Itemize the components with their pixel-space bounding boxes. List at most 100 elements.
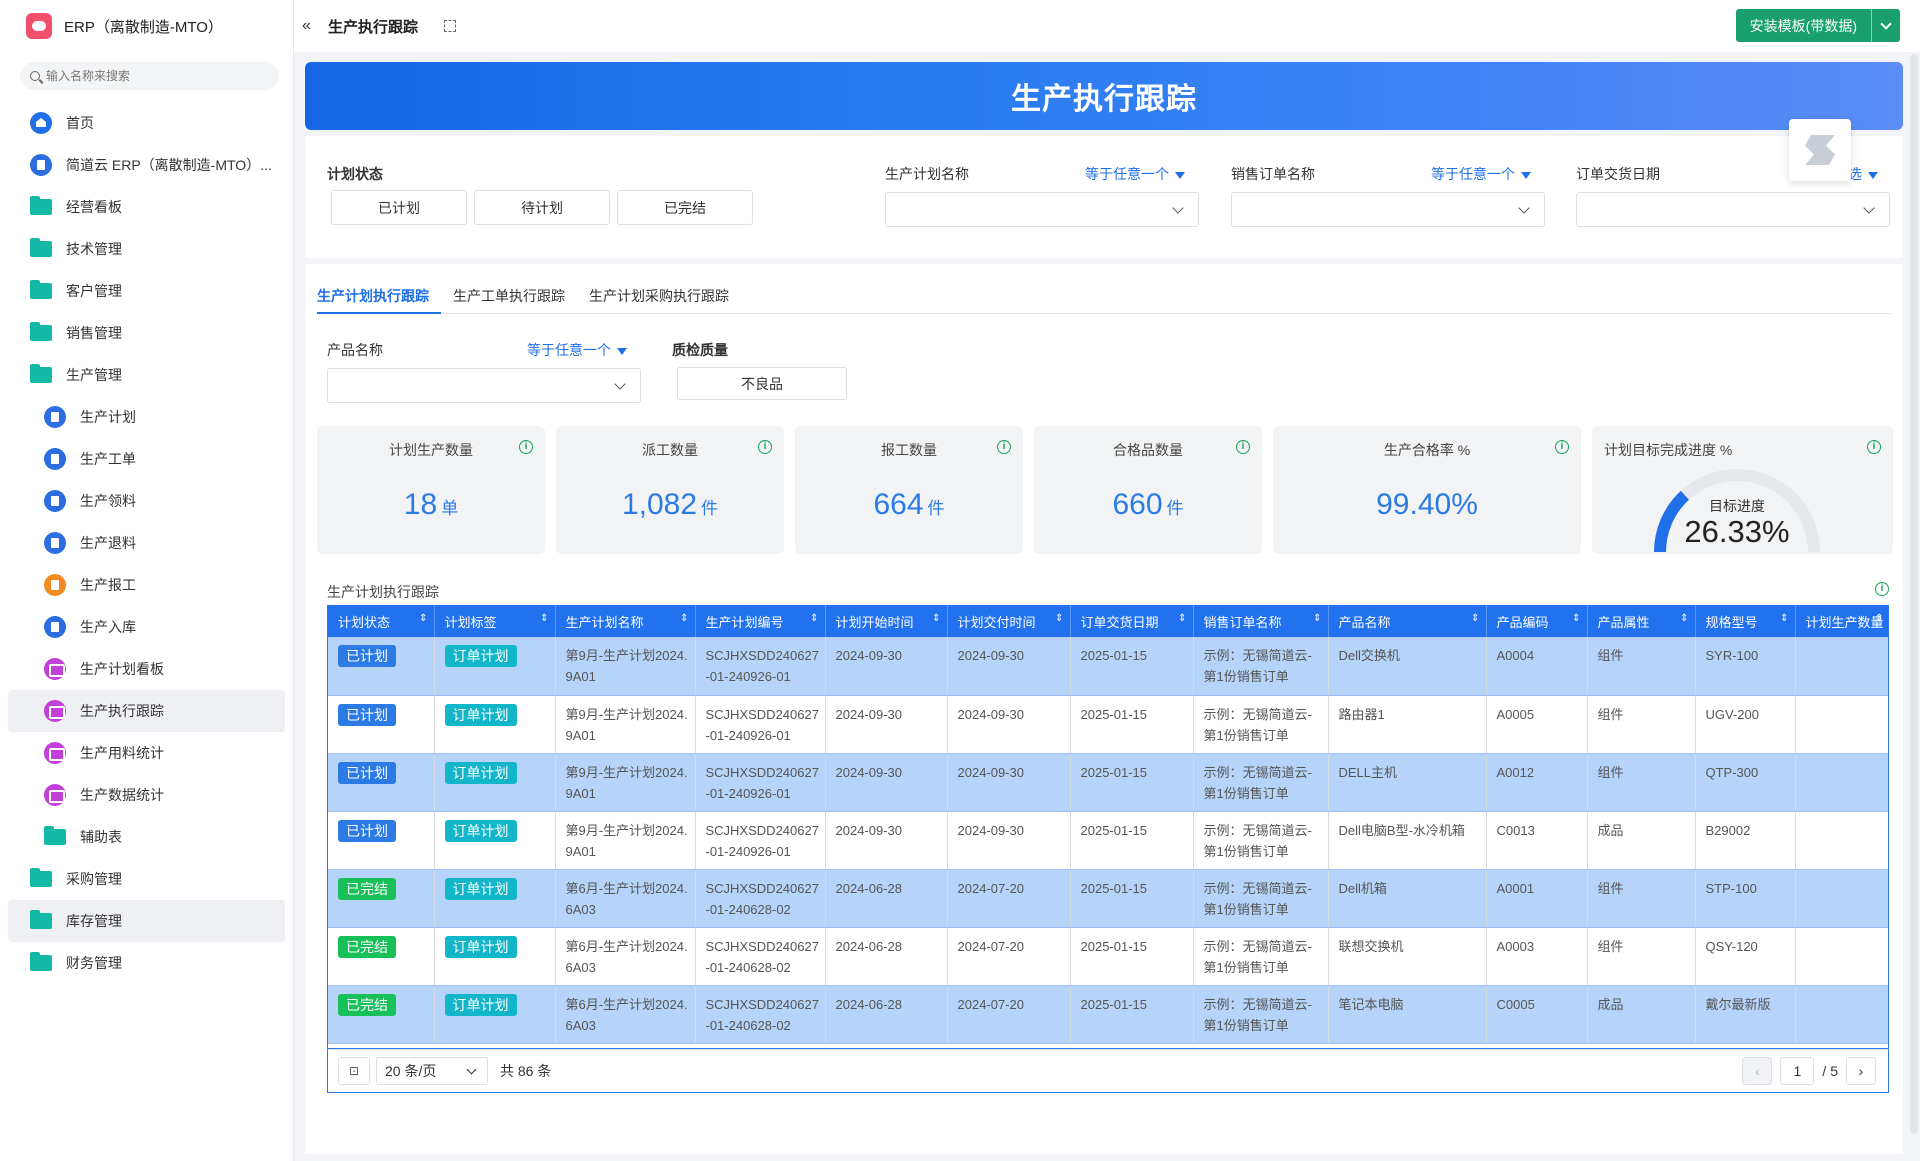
table-container[interactable]: 计划状态计划标签生产计划名称生产计划编号计划开始时间计划交付时间订单交货日期销售… bbox=[327, 605, 1889, 1049]
folder-icon-shape bbox=[30, 952, 52, 971]
column-header[interactable]: 订单交货日期 bbox=[1070, 605, 1194, 637]
sidebar-item-8[interactable]: 生产工单 bbox=[8, 438, 285, 480]
table-cell: 第9月-生产计划2024.9A01 bbox=[555, 695, 696, 754]
table-settings-icon[interactable]: ⊡ bbox=[338, 1057, 370, 1085]
sidebar-item-3[interactable]: 技术管理 bbox=[8, 228, 285, 270]
sidebar-item-15[interactable]: 生产用料统计 bbox=[8, 732, 285, 774]
tab-workorder-tracking[interactable]: 生产工单执行跟踪 bbox=[453, 264, 577, 314]
sidebar: ERP（离散制造-MTO） 首页简道云 ERP（离散制造-MTO）... 经营看板… bbox=[0, 0, 294, 1161]
sidebar-item-17[interactable]: 辅助表 bbox=[8, 816, 285, 858]
sidebar-item-13[interactable]: 生产计划看板 bbox=[8, 648, 285, 690]
current-page-input[interactable]: 1 bbox=[1780, 1057, 1815, 1085]
table-row[interactable]: 已完结 订单计划 第6月-生产计划2024.6A03 SCJHXSDD240627-0… bbox=[328, 869, 1888, 928]
prev-page-button[interactable]: ‹ bbox=[1742, 1057, 1773, 1085]
order-name-operator[interactable]: 等于任意一个 bbox=[1431, 164, 1531, 184]
tracking-panel: 生产计划执行跟踪 生产工单执行跟踪 生产计划采购执行跟踪 产品名称 等于任意一个… bbox=[305, 264, 1903, 1154]
sidebar-item-18[interactable]: 采购管理 bbox=[8, 858, 285, 900]
table-cell bbox=[1795, 985, 1888, 1044]
column-header[interactable]: 产品编码 bbox=[1486, 605, 1588, 637]
folder-icon bbox=[30, 280, 52, 302]
column-header[interactable]: 计划开始时间 bbox=[825, 605, 948, 637]
search-input[interactable] bbox=[46, 69, 246, 83]
info-icon[interactable]: i bbox=[1236, 440, 1250, 454]
pager-controls: ‹ 1 / 5 › bbox=[1742, 1057, 1876, 1085]
table-row[interactable]: 已完结 订单计划 第6月-生产计划2024.6A03 SCJHXSDD240627-0… bbox=[328, 927, 1888, 986]
column-header[interactable]: 销售订单名称 bbox=[1193, 605, 1329, 637]
page-size-select[interactable]: 20 条/页 bbox=[376, 1057, 488, 1085]
tab-purchase-tracking[interactable]: 生产计划采购执行跟踪 bbox=[589, 264, 741, 314]
table-cell: 已计划 bbox=[328, 695, 435, 754]
banner-title: 生产执行跟踪 bbox=[1011, 83, 1197, 116]
column-header[interactable]: 产品属性 bbox=[1587, 605, 1696, 637]
plan-name-operator[interactable]: 等于任意一个 bbox=[1085, 164, 1185, 184]
column-header[interactable]: 生产计划编号 bbox=[695, 605, 826, 637]
info-icon[interactable]: i bbox=[519, 440, 533, 454]
sidebar-item-label: 库存管理 bbox=[66, 913, 122, 929]
table-row[interactable]: 已完结 订单计划 第6月-生产计划2024.6A03 SCJHXSDD240627-0… bbox=[328, 985, 1888, 1044]
quality-option-defective[interactable]: 不良品 bbox=[677, 367, 847, 400]
kpi-label: 派工数量 bbox=[642, 442, 698, 458]
tab-plan-tracking[interactable]: 生产计划执行跟踪 bbox=[317, 264, 441, 314]
table-cell: QTP-300 bbox=[1695, 753, 1796, 812]
table-cell: 组件 bbox=[1587, 927, 1696, 986]
sidebar-item-14[interactable]: 生产执行跟踪 bbox=[8, 690, 285, 732]
floating-widget[interactable] bbox=[1789, 119, 1851, 181]
table-cell: SYR-100 bbox=[1695, 637, 1796, 696]
sidebar-search[interactable] bbox=[20, 62, 279, 90]
column-header[interactable]: 规格型号 bbox=[1695, 605, 1796, 637]
form-icon-shape bbox=[44, 448, 66, 470]
plan-status-option-pending[interactable]: 待计划 bbox=[474, 190, 610, 225]
sidebar-item-11[interactable]: 生产报工 bbox=[8, 564, 285, 606]
plan-name-select[interactable] bbox=[885, 192, 1199, 227]
sidebar-item-0[interactable]: 首页 bbox=[8, 102, 285, 144]
sidebar-item-9[interactable]: 生产领料 bbox=[8, 480, 285, 522]
kpi-unit: 件 bbox=[1166, 499, 1184, 518]
plan-status-option-completed[interactable]: 已完结 bbox=[617, 190, 753, 225]
sidebar-item-1[interactable]: 简道云 ERP（离散制造-MTO）... bbox=[8, 144, 285, 186]
sidebar-item-10[interactable]: 生产退料 bbox=[8, 522, 285, 564]
column-header[interactable]: 产品名称 bbox=[1328, 605, 1487, 637]
column-header[interactable]: 生产计划名称 bbox=[555, 605, 696, 637]
sidebar-item-7[interactable]: 生产计划 bbox=[8, 396, 285, 438]
table-row[interactable]: 已计划 订单计划 第9月-生产计划2024.9A01 SCJHXSDD240627-0… bbox=[328, 811, 1888, 870]
sidebar-item-4[interactable]: 客户管理 bbox=[8, 270, 285, 312]
table-cell: 2025-01-15 bbox=[1070, 753, 1194, 812]
info-icon[interactable]: i bbox=[758, 440, 772, 454]
sidebar-item-6[interactable]: 生产管理 bbox=[8, 354, 285, 396]
product-name-operator[interactable]: 等于任意一个 bbox=[527, 340, 627, 360]
collapse-sidebar-icon[interactable]: « bbox=[302, 17, 320, 35]
column-header[interactable]: 计划生产数量 bbox=[1795, 605, 1888, 637]
delivery-date-select[interactable] bbox=[1576, 192, 1890, 227]
next-page-button[interactable]: › bbox=[1846, 1057, 1876, 1085]
table-row[interactable]: 已计划 订单计划 第9月-生产计划2024.9A01 SCJHXSDD240627-0… bbox=[328, 753, 1888, 812]
sidebar-item-2[interactable]: 经营看板 bbox=[8, 186, 285, 228]
info-icon[interactable]: i bbox=[1875, 582, 1889, 596]
delivery-date-operator[interactable]: 选 bbox=[1848, 164, 1878, 184]
sidebar-item-12[interactable]: 生产入库 bbox=[8, 606, 285, 648]
table-row[interactable]: 已计划 订单计划 第9月-生产计划2024.9A01 SCJHXSDD240627-0… bbox=[328, 695, 1888, 754]
install-dropdown-button[interactable] bbox=[1871, 9, 1900, 42]
sidebar-item-19[interactable]: 库存管理 bbox=[8, 900, 285, 942]
sidebar-item-5[interactable]: 销售管理 bbox=[8, 312, 285, 354]
fullscreen-icon[interactable] bbox=[444, 20, 457, 32]
order-name-select[interactable] bbox=[1231, 192, 1545, 227]
column-header[interactable]: 计划标签 bbox=[434, 605, 556, 637]
app-logo-icon bbox=[26, 13, 52, 39]
info-icon[interactable]: i bbox=[997, 440, 1011, 454]
info-icon[interactable]: i bbox=[1867, 440, 1881, 454]
plan-status-option-planned[interactable]: 已计划 bbox=[331, 190, 467, 225]
sidebar-item-16[interactable]: 生产数据统计 bbox=[8, 774, 285, 816]
page-scrollbar[interactable] bbox=[1910, 54, 1918, 1134]
product-name-select[interactable] bbox=[327, 368, 641, 403]
table-row[interactable]: 已计划 订单计划 第9月-生产计划2024.9A01 SCJHXSDD240627-0… bbox=[328, 637, 1888, 696]
table-cell: 已计划 bbox=[328, 811, 435, 870]
install-template-button[interactable]: 安装模板(带数据) bbox=[1735, 9, 1900, 42]
kpi-label: 计划生产数量 bbox=[389, 442, 473, 458]
sidebar-item-20[interactable]: 财务管理 bbox=[8, 942, 285, 984]
kpi-value-line: 99.40% bbox=[1273, 488, 1581, 522]
kpi-card-planned-qty: 计划生产数量 i 18 单 bbox=[317, 426, 545, 554]
column-header[interactable]: 计划状态 bbox=[328, 605, 435, 637]
info-icon[interactable]: i bbox=[1555, 440, 1569, 454]
sidebar-item-label: 客户管理 bbox=[66, 283, 122, 299]
column-header[interactable]: 计划交付时间 bbox=[947, 605, 1071, 637]
